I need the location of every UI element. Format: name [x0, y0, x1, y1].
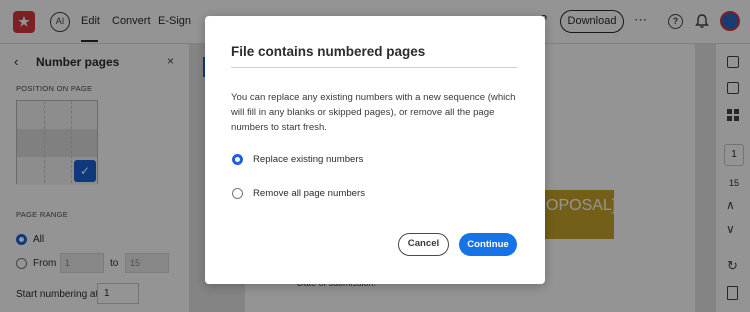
- radio-remove[interactable]: [232, 188, 243, 199]
- continue-button[interactable]: Continue: [459, 233, 517, 256]
- cancel-button[interactable]: Cancel: [398, 233, 449, 256]
- dialog-body-text: You can replace any existing numbers wit…: [231, 92, 516, 133]
- dialog-title: File contains numbered pages: [231, 44, 426, 59]
- radio-remove-label: Remove all page numbers: [253, 188, 365, 199]
- numbered-pages-dialog: File contains numbered pages You can rep…: [205, 16, 545, 284]
- radio-replace-label: Replace existing numbers: [253, 154, 364, 165]
- dialog-divider: [231, 67, 517, 68]
- radio-replace[interactable]: [232, 154, 243, 165]
